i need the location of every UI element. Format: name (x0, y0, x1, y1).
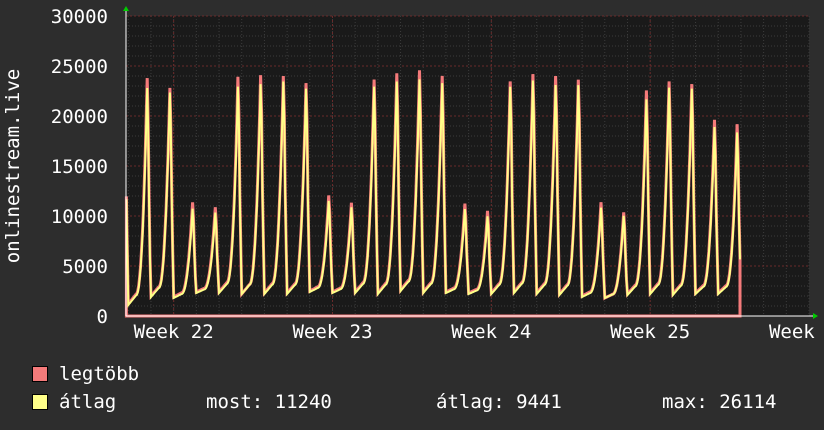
legend-item-legtobb: legtöbb (32, 363, 139, 385)
stat-average: átlag: 9441 (436, 391, 562, 413)
y-tick-label: 20000 (51, 106, 108, 128)
x-axis-arrow (813, 313, 818, 319)
legend-label-atlag: átlag (59, 391, 117, 413)
stat-max: max: 26114 (662, 391, 777, 413)
y-tick-label: 25000 (51, 56, 108, 78)
y-tick-labels: 0 5000 10000 15000 20000 25000 30000 (51, 6, 108, 328)
x-tick-label: Week 23 (292, 321, 372, 340)
stat-now: most: 11240 (206, 391, 332, 413)
legend-item-atlag: átlag (32, 391, 116, 413)
y-tick-label: 5000 (62, 256, 108, 278)
chart: 050001000015000200002500030000 Week 22 We… (2, 6, 824, 340)
legend-swatch-atlag (32, 394, 48, 410)
x-tick-labels: Week 22 Week 23 Week 24 Week 25 Week 26 (134, 321, 824, 340)
y-tick-label: 15000 (51, 156, 108, 178)
x-tick-label: Week 25 (610, 321, 690, 340)
legend-swatch-legtobb (32, 366, 48, 382)
x-tick-label: Week 24 (451, 321, 531, 340)
y-axis-label: onlinestream.live (2, 69, 24, 263)
y-tick-label: 30000 (51, 6, 108, 28)
y-tick-label: 10000 (51, 206, 108, 228)
x-tick-label: Week 22 (134, 321, 214, 340)
x-tick-label: Week 26 (769, 321, 824, 340)
y-axis-arrow (123, 6, 129, 11)
y-tick-label: 0 (97, 306, 108, 328)
legend-label-legtobb: legtöbb (59, 363, 140, 385)
